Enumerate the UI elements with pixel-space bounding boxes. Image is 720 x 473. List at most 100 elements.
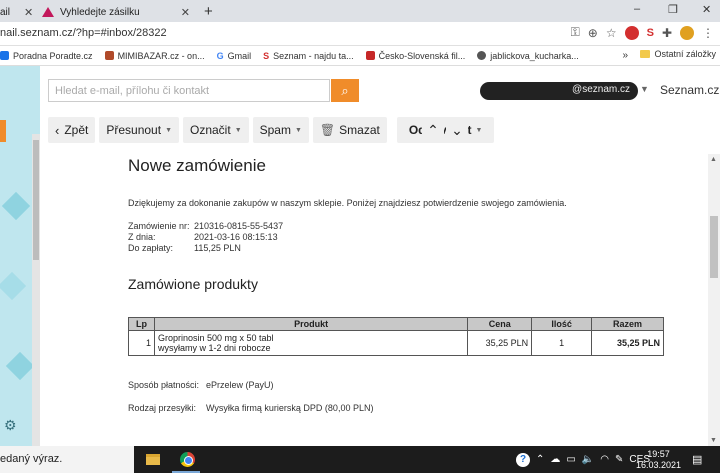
bookmark-kucharka[interactable]: jablickova_kucharka... (477, 51, 579, 61)
search-input[interactable]: Hledat e-mail, přílohu či kontakt (48, 79, 330, 102)
compose-tab[interactable] (0, 120, 6, 142)
column-header: Cena (467, 317, 533, 331)
pen-icon[interactable]: ✎ (615, 454, 623, 465)
volume-icon[interactable]: 🔈 (582, 454, 594, 465)
table-header-row: Lp Produkt Cena Ilość Razem (128, 317, 664, 331)
search-button[interactable]: ⌕ (331, 79, 359, 102)
extension-puzzle-icon[interactable]: ✚ (662, 26, 672, 40)
product-note: wysyłamy w 1-2 dni robocze (157, 343, 271, 353)
field-label: Rodzaj przesyłki: (128, 403, 197, 413)
gear-icon[interactable]: ⚙ (4, 417, 17, 434)
trash-icon: 🗑 (319, 123, 336, 137)
seznam-logo[interactable]: Seznam.cz (660, 83, 719, 97)
film-icon (365, 51, 375, 60)
main-scrollbar[interactable]: ▲ ▼ (708, 154, 720, 446)
back-button[interactable]: ‹ Zpět (48, 117, 96, 143)
folder-label: Ostatní záložky (654, 49, 716, 59)
cell-total: 35,25 PLN (591, 330, 664, 356)
extension-seznam-icon[interactable]: S (647, 27, 654, 39)
checkbox-icon (0, 51, 9, 60)
previous-message-button[interactable]: ⌃ (422, 117, 444, 143)
button-label: Spam (259, 123, 291, 137)
taskbar-search[interactable]: edaný výraz. (0, 446, 134, 473)
decorative-shape (1, 191, 31, 221)
field-label: Do zapłaty: (128, 243, 174, 253)
close-tab-icon[interactable]: ✕ (181, 6, 190, 19)
caret-down-icon: ▼ (475, 126, 483, 134)
scrollbar-thumb[interactable] (33, 140, 39, 260)
field-label: Sposób płatności: (128, 380, 200, 390)
bookmark-filmy[interactable]: Česko-Slovenská fil... (365, 50, 466, 61)
column-header: Lp (128, 317, 155, 331)
payment-method: Sposób płatności: ePrzelew (PayU) (128, 380, 274, 390)
other-bookmarks-folder[interactable]: Ostatní záložky (640, 49, 716, 59)
globe-icon (477, 51, 487, 60)
bookmark-label: Česko-Slovenská fil... (378, 50, 466, 61)
chrome-taskbar-button[interactable] (172, 446, 202, 473)
products-table: Lp Produkt Cena Ilość Razem 1 Groprinosi… (128, 317, 664, 356)
windows-taskbar: edaný výraz. ? ⌃ ☁ ▭ 🔈 ◠ ✎ CES 19:57 16.… (0, 446, 720, 473)
bookmark-seznam[interactable]: S Seznam - najdu ta... (263, 51, 354, 61)
browser-tabstrip: ail ✕ Vyhledejte zásilku ✕ + – ❐ ✕ (0, 0, 720, 22)
bookmark-poradna[interactable]: Poradna Poradte.cz (0, 51, 93, 61)
amount-due: 115,25 PLN (194, 243, 241, 253)
caret-down-icon: ▼ (234, 126, 242, 134)
tab-vyhledejte-zasilku[interactable]: Vyhledejte zásilku ✕ (36, 2, 196, 22)
bookmark-mimibazar[interactable]: MIMIBAZAR.cz - on... (104, 51, 205, 61)
chevron-down-icon[interactable]: ▼ (640, 84, 649, 94)
mark-button[interactable]: Označit ▼ (183, 117, 249, 143)
profile-avatar[interactable] (680, 25, 694, 40)
key-icon[interactable]: ⚿ (571, 25, 580, 40)
system-tray: ? ⌃ ☁ ▭ 🔈 ◠ ✎ CES (516, 446, 650, 473)
scroll-down-icon[interactable]: ▼ (710, 437, 717, 444)
new-tab-button[interactable]: + (204, 3, 213, 20)
table-row: 1 Groprinosin 500 mg x 50 tabl wysyłamy … (128, 330, 664, 356)
url-field[interactable]: nail.seznam.cz/?hp=#inbox/28322 (0, 27, 167, 39)
cell-qty: 1 (531, 330, 593, 356)
extension-adblock-icon[interactable] (624, 25, 639, 40)
wifi-icon[interactable]: ◠ (600, 454, 609, 465)
notification-icon[interactable]: ▤ (692, 453, 702, 466)
chevron-up-icon[interactable]: ⌃ (536, 454, 544, 465)
zoom-icon[interactable]: ⊕ (588, 26, 598, 40)
product-name: Groprinosin 500 mg x 50 tabl (157, 333, 274, 343)
cloud-icon[interactable]: ☁ (550, 454, 560, 465)
clock-time: 19:57 (647, 449, 670, 459)
menu-dots-icon[interactable]: ⋮ (702, 26, 714, 40)
chevron-left-icon: ‹ (55, 122, 60, 138)
address-bar: nail.seznam.cz/?hp=#inbox/28322 ⚿ ⊕ ☆ S … (0, 22, 720, 46)
clock[interactable]: 19:57 16.03.2021 (636, 449, 681, 471)
battery-icon[interactable]: ▭ (566, 454, 575, 465)
order-date: 2021-03-16 08:15:13 (194, 232, 278, 242)
close-tab-icon[interactable]: ✕ (24, 6, 33, 19)
bookmarks-more-button[interactable]: » (622, 50, 628, 61)
products-heading: Zamówione produkty (128, 276, 258, 292)
next-message-button[interactable]: ⌄ (446, 117, 468, 143)
scrollbar-thumb[interactable] (710, 216, 718, 278)
help-icon[interactable]: ? (516, 452, 530, 467)
chevron-down-icon: ⌄ (451, 122, 463, 138)
bookmark-gmail[interactable]: G Gmail (217, 51, 252, 61)
delete-button[interactable]: 🗑 Smazat (312, 117, 387, 143)
move-button[interactable]: Přesunout ▼ (99, 117, 179, 143)
order-number: 210316-0815-55-5437 (194, 221, 284, 231)
close-window-button[interactable]: ✕ (702, 3, 711, 16)
scroll-up-icon[interactable]: ▲ (710, 156, 717, 163)
folder-icon (146, 454, 160, 465)
decorative-shape (0, 271, 27, 301)
column-header: Razem (591, 317, 664, 331)
button-label: Přesunout (106, 123, 162, 137)
caret-down-icon: ▼ (294, 126, 302, 134)
file-explorer-button[interactable] (138, 446, 168, 473)
minimize-button[interactable]: – (634, 3, 640, 15)
decorative-shape (5, 351, 35, 381)
message-navigation: ⌃ ⌄ (422, 117, 468, 143)
button-label: Označit (190, 123, 231, 137)
spam-button[interactable]: Spam ▼ (252, 117, 309, 143)
maximize-button[interactable]: ❐ (668, 3, 678, 16)
star-icon[interactable]: ☆ (606, 26, 617, 40)
clock-date: 16.03.2021 (636, 460, 682, 470)
account-menu[interactable]: @seznam.cz (480, 82, 638, 100)
bookmark-label: Poradna Poradte.cz (13, 50, 93, 61)
sidebar-scrollbar[interactable] (32, 134, 40, 446)
